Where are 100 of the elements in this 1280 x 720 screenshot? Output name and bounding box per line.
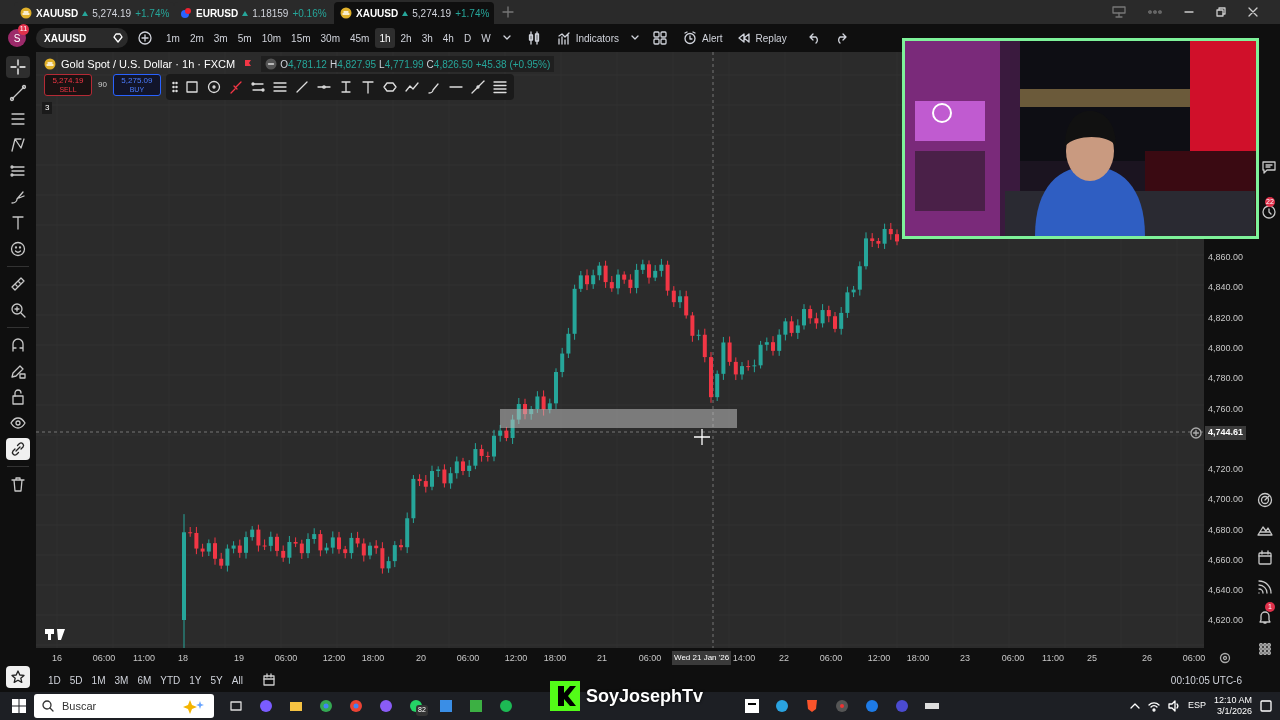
interval-button[interactable]: 5m bbox=[233, 28, 256, 48]
language-indicator[interactable]: ESP bbox=[1187, 699, 1206, 713]
interval-button[interactable]: 2h bbox=[396, 28, 416, 48]
price-label: 4,800.00 bbox=[1208, 342, 1244, 355]
more-icon[interactable] bbox=[1148, 10, 1162, 14]
unlocked-padlock-icon bbox=[9, 388, 27, 406]
monitor-icon[interactable] bbox=[1112, 6, 1126, 18]
channel-name: SoyJosephTv bbox=[586, 684, 704, 708]
coin-icon bbox=[44, 58, 56, 71]
windows-logo-icon[interactable] bbox=[12, 699, 26, 713]
add-alert-icon[interactable] bbox=[1190, 427, 1202, 439]
collapse-count[interactable]: 3 bbox=[42, 102, 53, 114]
chevron-up-icon[interactable] bbox=[1129, 702, 1140, 710]
time-label: 06:00 bbox=[819, 652, 843, 665]
range-button[interactable]: 3M bbox=[110, 670, 133, 690]
chevron-down-icon[interactable] bbox=[631, 35, 639, 41]
restore-icon[interactable] bbox=[1216, 7, 1226, 17]
indicators-button[interactable]: Indicators bbox=[550, 28, 625, 48]
taskbar-clock[interactable]: 12:10 AM 3/1/2026 bbox=[1213, 695, 1252, 717]
apps-grid-icon bbox=[1257, 641, 1273, 657]
range-button[interactable]: 1Y bbox=[185, 670, 206, 690]
circle-icon[interactable] bbox=[206, 79, 222, 95]
rectangle-icon[interactable] bbox=[184, 79, 200, 95]
zoom-in-icon bbox=[9, 301, 27, 319]
time-label: 18:00 bbox=[361, 652, 385, 665]
alert-button[interactable]: Alert bbox=[677, 28, 729, 48]
signal-icon bbox=[1257, 579, 1273, 595]
time-label: 06:00 bbox=[274, 652, 298, 665]
interval-button[interactable]: D bbox=[459, 28, 476, 48]
time-label: 21 bbox=[597, 652, 607, 665]
coin-icon bbox=[340, 7, 352, 19]
ohlc-value: L4,771.99 bbox=[379, 57, 424, 72]
interval-button[interactable]: 1m bbox=[162, 28, 184, 48]
minus-circle-icon bbox=[265, 58, 278, 71]
layout-grid-icon[interactable] bbox=[653, 31, 667, 45]
crosshair-icon bbox=[9, 58, 27, 76]
interval-button[interactable]: 15m bbox=[287, 28, 315, 48]
range-button[interactable]: 6M bbox=[133, 670, 156, 690]
ohlc-value: O4,781.12 bbox=[280, 57, 327, 72]
chart-app-icon[interactable] bbox=[744, 698, 760, 714]
time-label: 22 bbox=[779, 652, 789, 665]
trend-line-icon bbox=[9, 84, 27, 102]
time-label: 06:00 bbox=[456, 652, 480, 665]
tab-change: +0.16% bbox=[292, 6, 327, 21]
close-icon[interactable] bbox=[1248, 7, 1258, 17]
range-button[interactable]: 5D bbox=[65, 670, 87, 690]
drag-handle-icon[interactable] bbox=[172, 81, 178, 93]
chevron-down-icon[interactable] bbox=[502, 35, 511, 41]
time-label: 20 bbox=[416, 652, 426, 665]
settings-icon[interactable] bbox=[1219, 652, 1231, 664]
interval-button[interactable]: 30m bbox=[316, 28, 344, 48]
speaker-icon[interactable] bbox=[1167, 700, 1180, 712]
interval-button[interactable]: 4h bbox=[438, 28, 458, 48]
interval-button[interactable]: 1h bbox=[375, 28, 395, 48]
favorites-button[interactable] bbox=[6, 666, 30, 688]
interval-button[interactable]: 3h bbox=[417, 28, 437, 48]
symbol-search-field[interactable]: XAUUSD bbox=[36, 28, 128, 48]
radar-icon bbox=[1257, 492, 1273, 508]
link-tool-button[interactable] bbox=[6, 438, 30, 460]
range-button[interactable]: 5Y bbox=[206, 670, 227, 690]
menu-icon[interactable] bbox=[492, 79, 508, 95]
alarm-clock-icon bbox=[683, 31, 697, 45]
currency-flags-icon bbox=[180, 7, 192, 19]
pattern-icon bbox=[9, 136, 27, 154]
trend-line-icon[interactable] bbox=[470, 79, 486, 95]
task-view-icon[interactable] bbox=[228, 698, 244, 714]
interval-button[interactable]: 2m bbox=[185, 28, 208, 48]
range-button[interactable]: 1M bbox=[87, 670, 110, 690]
tab-price: 5,274.19 bbox=[92, 6, 132, 21]
add-symbol-icon[interactable] bbox=[138, 31, 152, 45]
interval-button[interactable]: 45m bbox=[346, 28, 374, 48]
chart-title: Gold Spot / U.S. Dollar · 1h · FXCM bbox=[61, 57, 236, 72]
time-label: 18 bbox=[178, 652, 188, 665]
time-label: 06:00 bbox=[638, 652, 662, 665]
bell-icon bbox=[1257, 609, 1273, 625]
time-label: 19 bbox=[234, 652, 244, 665]
candles-icon[interactable] bbox=[526, 31, 541, 45]
taskbar-search-field[interactable]: Buscar bbox=[34, 694, 214, 718]
trend-line-icon[interactable] bbox=[294, 79, 310, 95]
interval-button[interactable]: W bbox=[477, 28, 495, 48]
link-icon bbox=[9, 440, 27, 458]
undo-icon[interactable] bbox=[808, 32, 821, 44]
horizontal-lines-icon[interactable] bbox=[272, 79, 288, 95]
timezone-clock[interactable]: 00:10:05 UTC-6 bbox=[1170, 672, 1242, 688]
text-icon[interactable] bbox=[360, 79, 376, 95]
browser-tab[interactable]: XAUUSD 5,274.19 +1.74% bbox=[334, 2, 494, 24]
range-button[interactable]: 1D bbox=[44, 670, 65, 690]
crosshair-tool-button[interactable] bbox=[6, 56, 30, 78]
tab-price: 5,274.19 bbox=[412, 6, 452, 21]
time-label: 11:00 bbox=[133, 652, 155, 665]
range-button[interactable]: YTD bbox=[156, 670, 185, 690]
new-tab-icon[interactable] bbox=[502, 6, 514, 18]
replay-button[interactable]: Replay bbox=[730, 28, 793, 48]
interval-button[interactable]: 10m bbox=[257, 28, 286, 48]
wifi-icon[interactable] bbox=[1147, 700, 1160, 712]
ohlc-value: C4,826.50 bbox=[426, 57, 473, 72]
eye-icon bbox=[9, 414, 27, 432]
up-triangle-icon bbox=[82, 10, 89, 16]
range-button[interactable]: All bbox=[227, 670, 247, 690]
interval-button[interactable]: 3m bbox=[209, 28, 232, 48]
